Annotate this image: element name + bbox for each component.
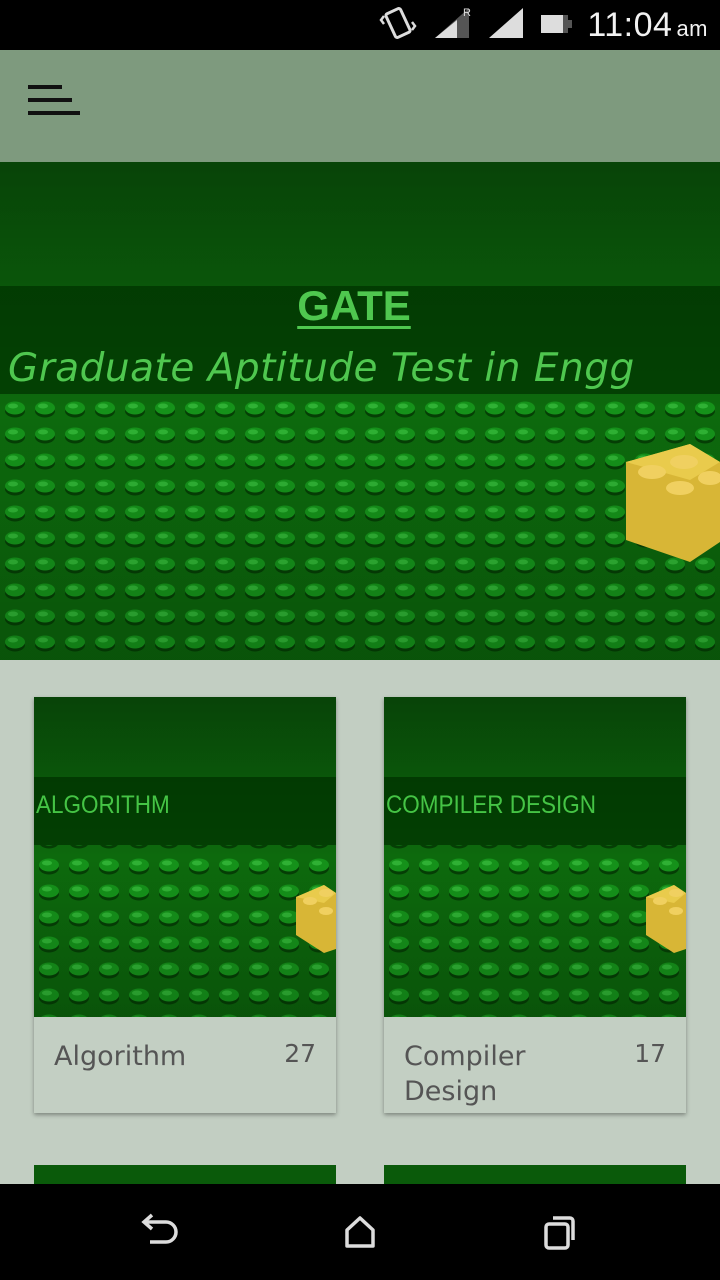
- hero-banner: GATE Graduate Aptitude Test in Engg: [0, 162, 720, 660]
- app-bar: [0, 50, 720, 162]
- subject-card-partial[interactable]: [384, 1165, 686, 1184]
- home-icon[interactable]: [338, 1212, 382, 1252]
- card-banner-text: ALGORITHM: [36, 791, 170, 819]
- content-area: GATE Graduate Aptitude Test in Engg ALGO…: [0, 162, 720, 1184]
- subject-card-compiler-design[interactable]: COMPILER DESIGN Compiler Design 17: [384, 697, 686, 1113]
- card-image: COMPILER DESIGN: [384, 697, 686, 1017]
- back-icon[interactable]: [138, 1212, 182, 1252]
- recent-apps-icon[interactable]: [538, 1212, 582, 1252]
- card-banner-text: COMPILER DESIGN: [386, 791, 597, 819]
- card-count: 17: [634, 1039, 666, 1068]
- subject-card-partial[interactable]: [34, 1165, 336, 1184]
- battery-icon: [539, 6, 573, 44]
- lego-background-image: [0, 162, 720, 660]
- card-title: Compiler Design: [404, 1041, 526, 1107]
- status-icons: R 11:04 am: [379, 0, 708, 50]
- svg-text:R: R: [463, 7, 471, 19]
- hamburger-menu-icon[interactable]: [22, 80, 86, 130]
- card-count: 27: [284, 1039, 316, 1068]
- navigation-bar: [0, 1184, 720, 1280]
- subject-card-algorithm[interactable]: ALGORITHM Algorithm 27: [34, 697, 336, 1113]
- signal-icon: R: [433, 6, 473, 44]
- yellow-brick-image: [626, 444, 720, 562]
- hero-subtitle: Graduate Aptitude Test in Engg: [8, 346, 635, 391]
- status-bar: R 11:04 am: [0, 0, 720, 50]
- vibrate-icon: [379, 6, 419, 44]
- card-image: ALGORITHM: [34, 697, 336, 1017]
- clock: 11:04 am: [587, 5, 708, 44]
- card-title: Algorithm: [54, 1041, 187, 1072]
- hero-title: GATE: [297, 282, 411, 329]
- roaming-signal-icon: [487, 6, 525, 44]
